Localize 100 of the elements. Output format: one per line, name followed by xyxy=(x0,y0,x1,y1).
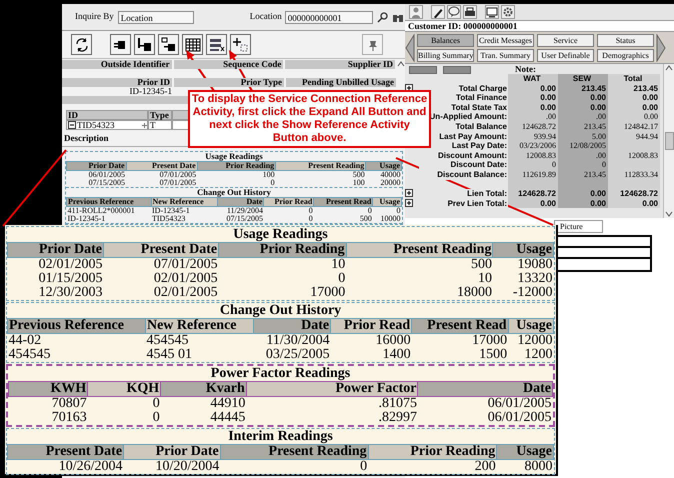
expand-icon[interactable] xyxy=(405,189,413,198)
column-header: Kvarh xyxy=(160,382,246,396)
right-arrow-icon[interactable] xyxy=(656,34,666,62)
table-cell: 0.00 xyxy=(558,102,608,112)
table-cell: 06/01/2005 xyxy=(66,170,126,179)
tab[interactable]: Billing Summary xyxy=(417,48,474,62)
table-cell-text: 1200 xyxy=(524,348,554,362)
customer-id: Customer ID: 000000000001 xyxy=(405,21,674,32)
field-label: Description xyxy=(64,134,108,144)
field-label: Inquire By xyxy=(75,12,114,22)
table-cell-text: 03/25/2005 xyxy=(264,348,331,362)
table-cell: ID-12345-1 xyxy=(151,206,218,215)
table-cell: 19080 xyxy=(492,258,554,272)
column-header: Prior Date xyxy=(66,161,126,170)
plug-icon xyxy=(136,36,154,54)
number-field[interactable]: 000000000001 xyxy=(284,10,373,24)
toolbar-button[interactable] xyxy=(447,5,461,19)
field-value: ID-12345-1 xyxy=(128,87,172,96)
column-header: Usage xyxy=(508,318,554,334)
tab[interactable]: Tran. Summary xyxy=(477,48,534,62)
toolbar-button[interactable] xyxy=(182,34,203,55)
toolbar-button[interactable] xyxy=(501,5,515,19)
table-cell: 0 xyxy=(372,206,402,215)
table-cell-text: .82997 xyxy=(377,411,418,425)
table-cell: 0.00 xyxy=(608,102,660,112)
table-cell-text: 18000 xyxy=(456,286,493,300)
tab[interactable]: Demographics xyxy=(597,48,654,62)
pencil-icon xyxy=(432,6,444,18)
table-cell: 03/23/2006 xyxy=(508,141,558,151)
table-cell: 12008.83 xyxy=(608,150,660,160)
table-cell: 10/20/2004 xyxy=(124,460,220,474)
tab[interactable]: Balances xyxy=(417,34,474,46)
toolbar-button[interactable] xyxy=(134,34,155,55)
person-icon xyxy=(410,6,422,18)
field-label: Location xyxy=(250,12,282,22)
table-cell: 411-ROLL2*000001 xyxy=(66,206,151,215)
section-title: Usage Readings xyxy=(232,227,329,242)
scroll-thumb[interactable] xyxy=(664,132,674,150)
column-header: Prior Read xyxy=(330,318,412,334)
scroll-up-icon xyxy=(665,64,673,72)
table-cell-text: 500 xyxy=(358,214,373,223)
table-cell: 124628.72 xyxy=(508,189,558,199)
scroll-up-icon[interactable] xyxy=(397,60,405,69)
column-header: Present Read xyxy=(412,318,508,334)
toolbar-button[interactable] xyxy=(158,34,179,55)
table-cell: 0.00 xyxy=(508,102,558,112)
section-title: Change Out History xyxy=(196,188,272,197)
table-cell-text: TID54323 xyxy=(151,214,186,223)
scrollbar[interactable] xyxy=(663,64,674,218)
table-cell: 100 xyxy=(197,170,276,179)
toolbar-button[interactable] xyxy=(110,34,131,55)
expander-icon[interactable] xyxy=(68,121,76,129)
section-title: Power Factor Readings xyxy=(210,366,352,381)
table-cell: 12/08/2005 xyxy=(558,141,608,151)
nav-button[interactable] xyxy=(443,66,471,74)
column-header: Usage xyxy=(492,242,554,258)
column-header: Prior Reading xyxy=(197,161,276,170)
table-cell: 213.45 xyxy=(558,84,608,94)
table-cell: 124628.72 xyxy=(508,122,558,132)
table-cell: 17000 xyxy=(412,334,508,348)
tab[interactable]: Credit Messages xyxy=(477,34,534,46)
column-header: New Reference xyxy=(145,318,254,334)
tab[interactable]: User Definable xyxy=(537,48,594,62)
column-header: Usage xyxy=(366,161,402,170)
table-cell: 939.94 xyxy=(508,132,558,142)
toolbar-button[interactable] xyxy=(206,34,227,55)
table-cell-text: 4545 01 xyxy=(145,348,193,362)
table-cell-text: 0 xyxy=(337,272,346,286)
toolbar-button[interactable] xyxy=(71,34,92,55)
table-cell-text: 10 xyxy=(476,272,493,286)
toolbar-button[interactable] xyxy=(431,5,445,19)
column-header: Power Factor xyxy=(246,382,418,396)
monitor-icon xyxy=(486,6,498,18)
table-cell: 0 xyxy=(220,460,368,474)
table-cell: 124842.17 xyxy=(608,122,660,132)
table-cell-text: 0 xyxy=(308,214,314,223)
table-cell-text: 07/15/2005 xyxy=(226,214,264,223)
search-icon[interactable] xyxy=(376,12,388,22)
bubble-icon xyxy=(448,6,460,18)
column-header: New Reference xyxy=(151,197,218,206)
table-cell: 454545 xyxy=(145,334,254,348)
tab[interactable]: Service xyxy=(537,34,594,46)
table-cell-text: TID54323 xyxy=(77,120,116,130)
table-cell-text: 13320 xyxy=(516,272,554,286)
left-arrow-icon[interactable] xyxy=(405,34,415,62)
section-title: Interim Readings xyxy=(227,429,334,444)
nav-button[interactable] xyxy=(409,66,437,74)
plus-icon xyxy=(232,36,250,54)
toolbar-button[interactable] xyxy=(230,34,251,55)
table-cell: 0.00 xyxy=(508,93,558,103)
table-cell-text: ID-12345-1 xyxy=(66,214,106,223)
toolbar-button[interactable] xyxy=(463,5,477,19)
tab[interactable]: Status xyxy=(597,34,654,46)
inquire-by-field[interactable]: Location xyxy=(118,10,194,24)
toolbar-button[interactable] xyxy=(485,5,499,19)
table-cell: 112833.34 xyxy=(608,170,660,180)
tab[interactable]: Picture xyxy=(554,220,603,233)
table-cell-text: 17000 xyxy=(309,286,346,300)
table-cell: 500 xyxy=(346,258,493,272)
expand-icon[interactable] xyxy=(405,198,413,207)
